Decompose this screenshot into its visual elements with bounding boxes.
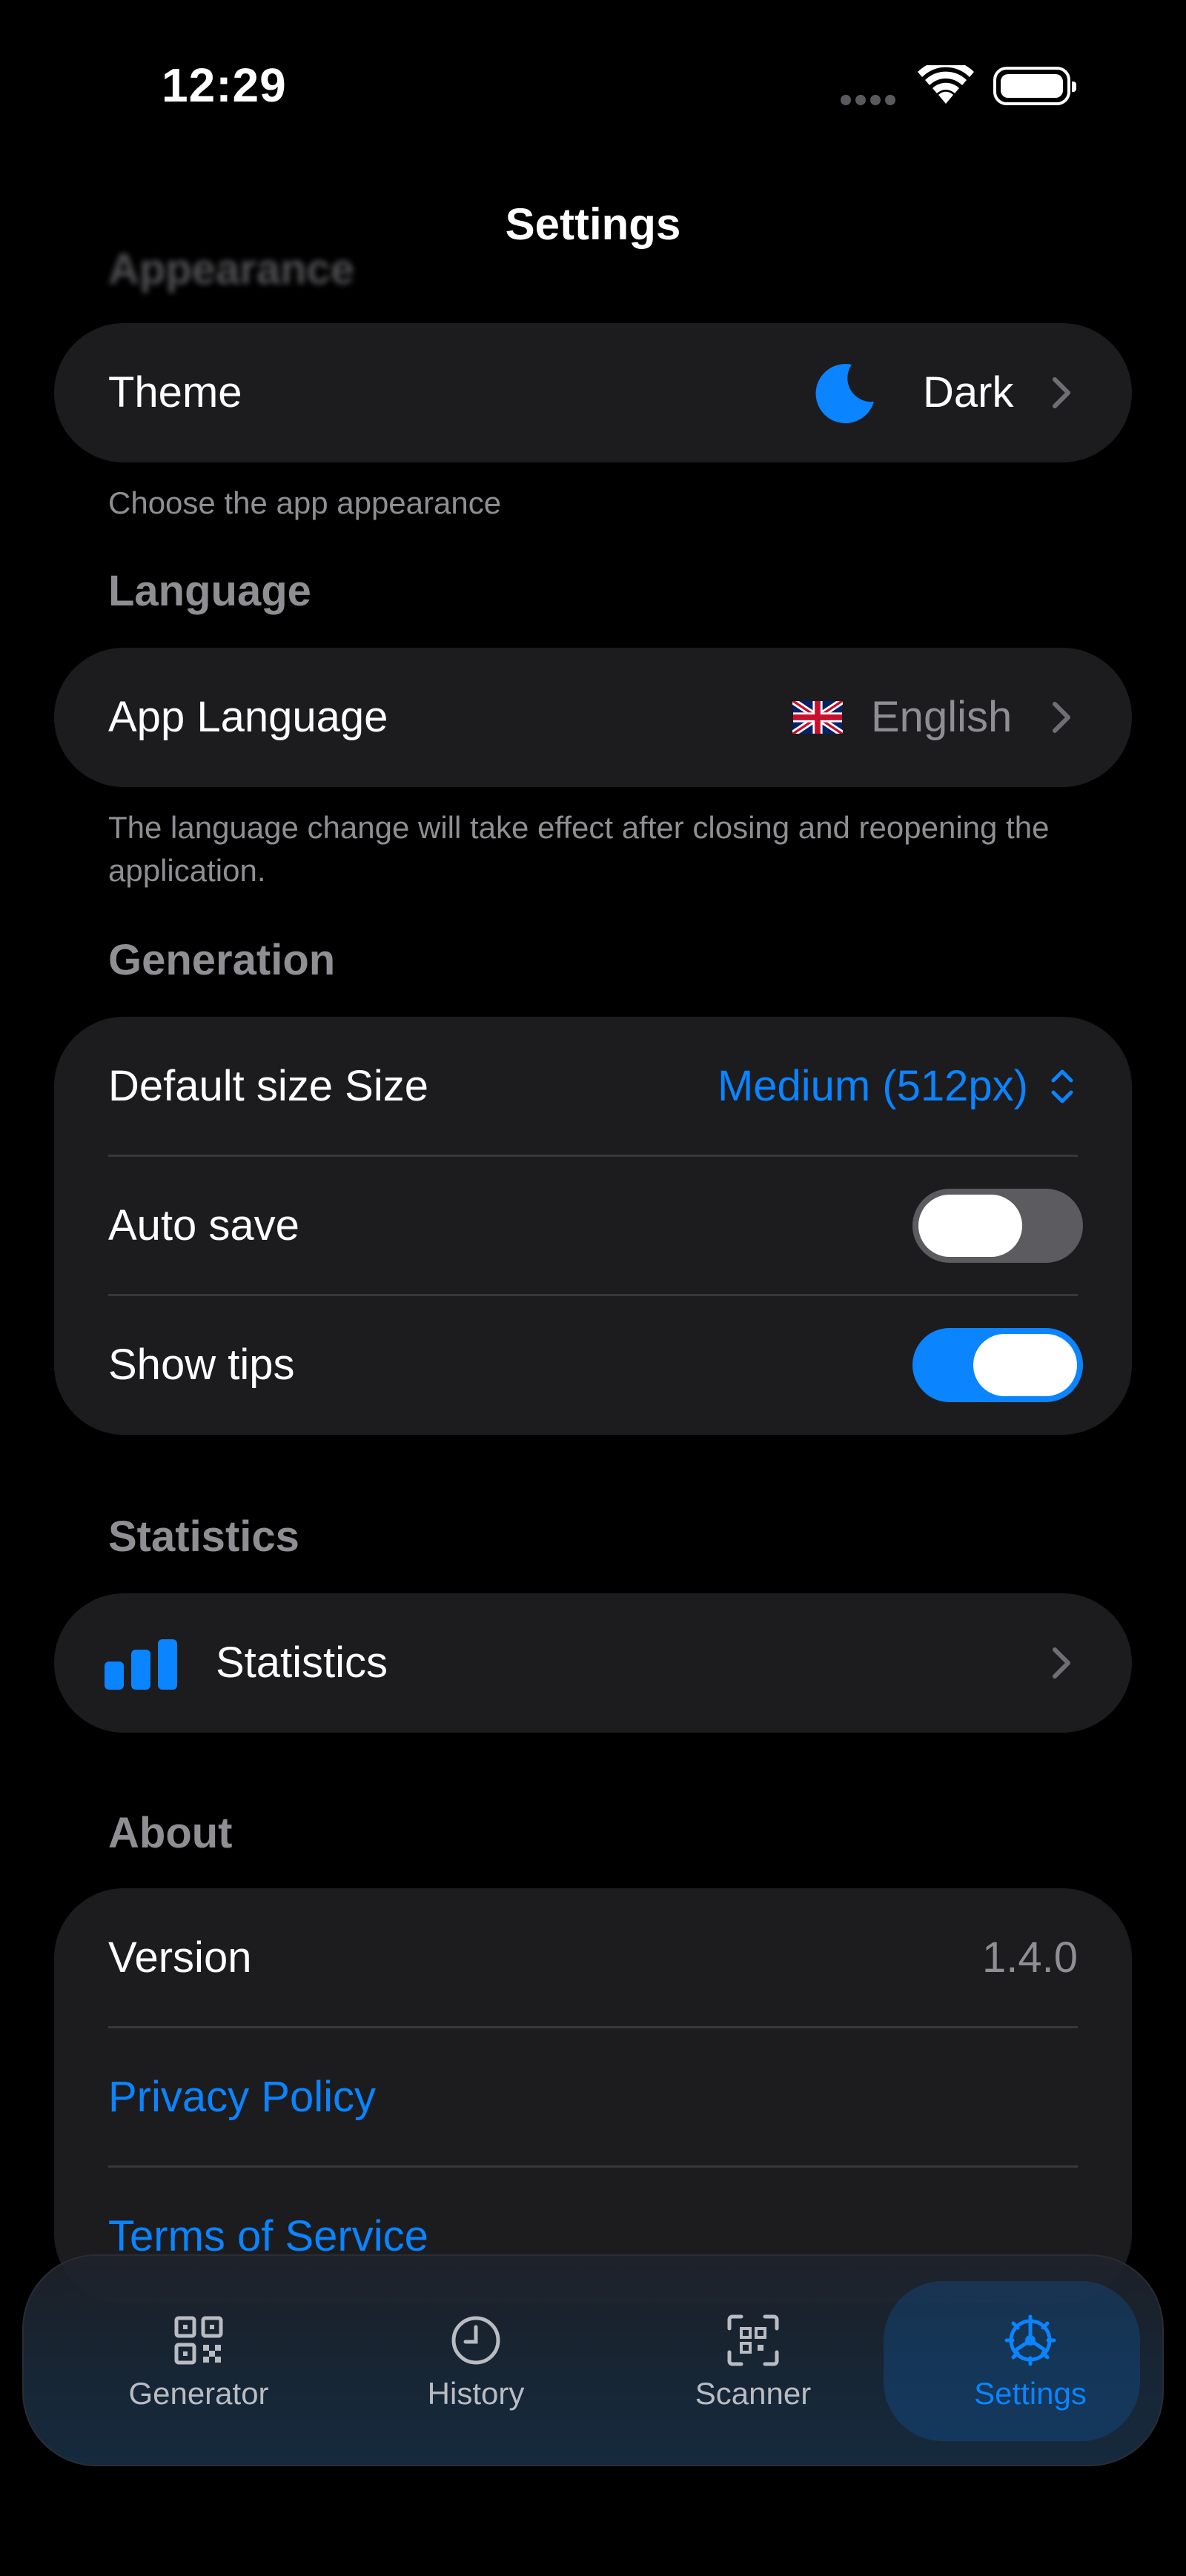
status-time: 12:29 xyxy=(162,59,287,112)
battery-icon xyxy=(993,67,1076,105)
chevron-up-down-icon xyxy=(1047,1066,1077,1111)
chevron-right-icon xyxy=(1053,1647,1070,1679)
appearance-card: Theme Dark xyxy=(54,323,1132,462)
uk-flag-icon xyxy=(791,698,844,737)
app-language-label: App Language xyxy=(108,693,388,741)
section-header-language: Language xyxy=(108,567,311,615)
chevron-right-icon xyxy=(1053,377,1070,408)
privacy-policy-link[interactable]: Privacy Policy xyxy=(108,2028,376,2167)
show-tips-row: Show tips xyxy=(54,1295,1132,1435)
page-title: Settings xyxy=(505,199,681,249)
wifi-icon xyxy=(918,60,974,110)
tab-history[interactable]: History xyxy=(365,2256,587,2465)
generation-card: Default size Size Medium (512px) Auto sa… xyxy=(54,1017,1132,1435)
show-tips-label: Show tips xyxy=(108,1341,295,1389)
theme-label: Theme xyxy=(108,368,242,416)
theme-row[interactable]: Theme Dark xyxy=(54,323,1132,462)
cellular-signal-icon xyxy=(841,95,900,109)
language-card: App Language English xyxy=(54,648,1132,787)
tab-generator[interactable]: Generator xyxy=(87,2256,310,2465)
language-footnote: The language change will take effect aft… xyxy=(108,810,1050,888)
bar-chart-icon xyxy=(105,1639,179,1693)
tab-label: Generator xyxy=(128,2376,269,2411)
section-header-about: About xyxy=(108,1809,233,1857)
tab-label: Settings xyxy=(974,2376,1087,2411)
auto-save-label: Auto save xyxy=(108,1201,299,1249)
statistics-label: Statistics xyxy=(216,1639,388,1687)
version-label: Version xyxy=(108,1933,252,1982)
app-language-row[interactable]: App Language English xyxy=(54,648,1132,787)
tab-settings[interactable]: Settings xyxy=(919,2256,1142,2465)
tab-label: History xyxy=(427,2376,525,2411)
default-size-label: Default size Size xyxy=(108,1062,428,1110)
default-size-row[interactable]: Default size Size Medium (512px) xyxy=(54,1017,1132,1156)
show-tips-toggle[interactable] xyxy=(912,1328,1083,1402)
default-size-picker[interactable]: Medium (512px) xyxy=(718,1017,1028,1156)
section-header-statistics: Statistics xyxy=(108,1513,299,1561)
chevron-right-icon xyxy=(1053,702,1070,733)
clock-icon xyxy=(449,2314,503,2367)
version-row: Version 1.4.0 xyxy=(54,1888,1132,2028)
version-value: 1.4.0 xyxy=(982,1933,1078,1982)
moon-icon xyxy=(815,362,877,428)
theme-value: Dark xyxy=(923,368,1014,416)
tab-scanner[interactable]: Scanner xyxy=(642,2256,864,2465)
app-language-value: English xyxy=(871,693,1013,741)
qr-code-icon xyxy=(172,2314,225,2367)
statistics-card: Statistics xyxy=(54,1593,1132,1733)
appearance-footnote: Choose the app appearance xyxy=(108,485,502,520)
section-header-generation: Generation xyxy=(108,936,336,984)
gear-icon xyxy=(1004,2314,1057,2367)
tab-label: Scanner xyxy=(695,2376,812,2411)
auto-save-toggle[interactable] xyxy=(912,1189,1083,1263)
auto-save-row: Auto save xyxy=(54,1156,1132,1295)
section-header-appearance: Appearance xyxy=(108,245,355,293)
statistics-row[interactable]: Statistics xyxy=(54,1593,1132,1733)
privacy-policy-row[interactable]: Privacy Policy xyxy=(54,2028,1132,2167)
about-card: Version 1.4.0 Privacy Policy Terms of Se… xyxy=(54,1888,1132,2303)
qr-scan-icon xyxy=(726,2314,780,2367)
tab-bar: Generator History Scanner Settings xyxy=(22,2254,1164,2466)
